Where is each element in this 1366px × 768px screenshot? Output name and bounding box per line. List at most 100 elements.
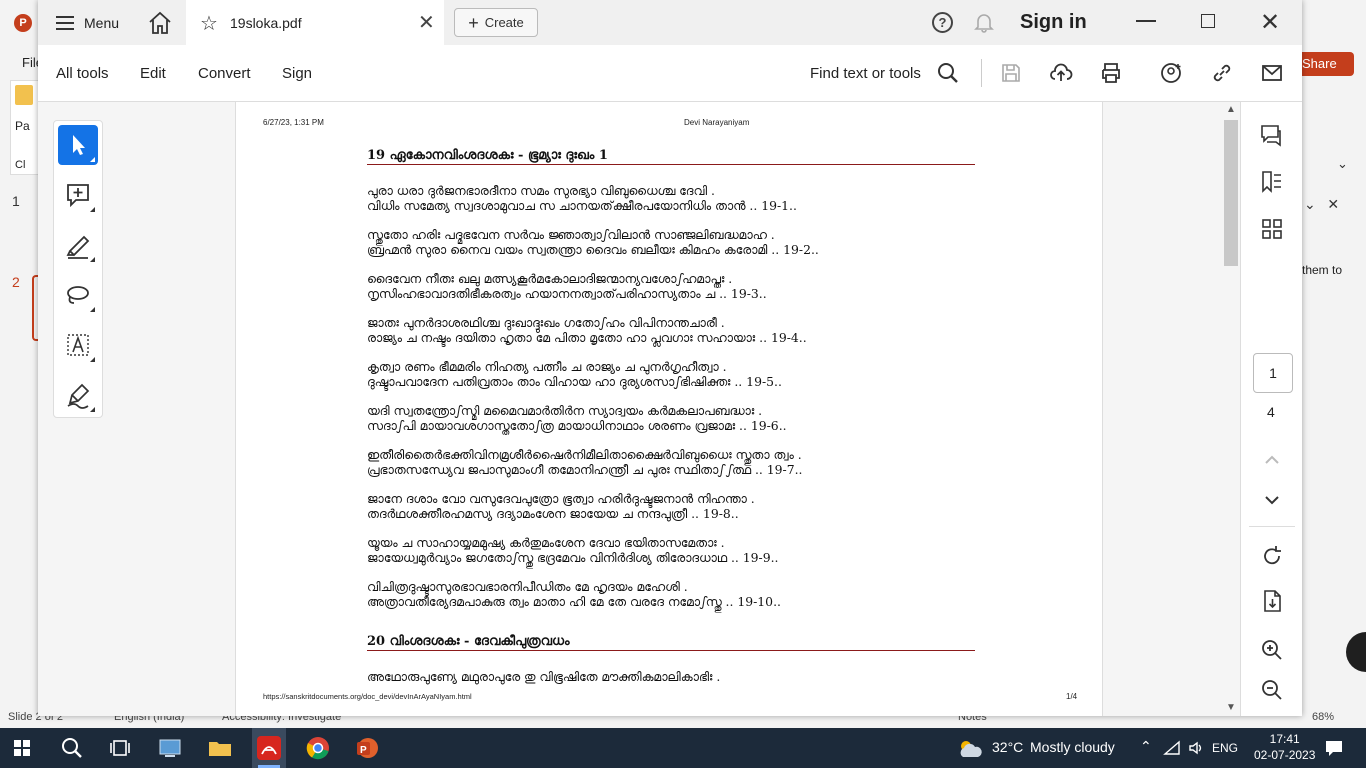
pdf-page[interactable]: 6/27/23, 1:31 PM Devi Narayaniyam 19 ഏകോ… (235, 102, 1103, 716)
paste-icon[interactable] (15, 85, 33, 105)
ppt-pane-text: them to (1302, 263, 1343, 277)
page-extract-icon[interactable] (1259, 588, 1285, 614)
save-icon[interactable] (999, 61, 1023, 85)
bell-icon[interactable] (973, 11, 995, 33)
weather-cloud-icon[interactable] (956, 737, 984, 759)
scroll-up-icon[interactable]: ▲ (1226, 104, 1236, 115)
verse-19-10: വിചിത്രദുഷ്ടാസുരഭാവഭാരനിപീഡിതം മേ ഹൃദയം … (367, 579, 781, 609)
acrobat-taskbar-active[interactable] (252, 728, 286, 768)
quick-tools-panel (53, 120, 103, 418)
control-panel-icon[interactable] (156, 734, 184, 762)
verse-line: ദൈവേന നീതഃ ഖലു മത്സ്യകൂർമകോലാദിജന്മാന്യവ… (367, 271, 733, 286)
home-icon[interactable] (146, 10, 174, 36)
page-footer-url: https://sanskritdocuments.org/doc_devi/d… (263, 692, 472, 701)
convert-button[interactable]: Convert (198, 65, 251, 82)
zoom-in-icon[interactable] (1259, 637, 1285, 663)
scroll-down-icon[interactable]: ▼ (1226, 702, 1236, 713)
upload-cloud-icon[interactable] (1049, 61, 1073, 85)
panel-divider (1249, 526, 1295, 527)
fill-sign-tool[interactable] (58, 375, 98, 415)
weather-temp[interactable]: 32°C (992, 739, 1023, 755)
search-icon[interactable] (936, 61, 960, 85)
add-comment-tool[interactable] (58, 175, 98, 215)
slide-number-2[interactable]: 2 (12, 274, 20, 290)
verse-20-1-partial: അഥോരുപുണ്യേ മഥുരാപുരേ തു വിഭൂഷിതേ മൗക്തി… (367, 669, 721, 684)
verse-19-2: സ്തുതോ ഹരിഃ പദ്മഭവേന സർവം ജ്ഞാത്വാഽവിലാൻ… (367, 227, 819, 257)
current-page-input[interactable]: 1 (1253, 353, 1293, 393)
previous-page-icon[interactable] (1259, 447, 1285, 473)
powerpoint-logo-icon: P (14, 14, 32, 32)
ppt-paste-label: Pa (15, 119, 30, 133)
thumbnails-grid-icon[interactable] (1259, 216, 1285, 242)
all-tools-button[interactable]: All tools (56, 65, 109, 82)
bookmarks-icon[interactable] (1259, 169, 1285, 195)
plus-icon: + (468, 12, 479, 33)
volume-icon[interactable] (1187, 740, 1205, 756)
clock-date: 02-07-2023 (1254, 748, 1316, 762)
rotate-icon[interactable] (1259, 543, 1285, 569)
page-footer-number: 1/4 (1066, 692, 1078, 701)
tool-flyout-indicator (90, 257, 95, 262)
verse-line: നൃസിംഹഭാവാദതിഭീകരത്വം ഹയാനനത്വാത്‌പരിഹാസ… (367, 286, 767, 301)
verse-line: ജാനേ ദശാം വോ വസുദേവപുത്രോ ഭൂത്വാ ഹരിർദുഷ… (367, 491, 755, 506)
task-view-icon[interactable] (106, 734, 134, 762)
help-icon[interactable]: ? (932, 12, 953, 33)
link-icon[interactable] (1210, 61, 1234, 85)
share-user-icon[interactable] (1160, 61, 1184, 85)
file-explorer-icon[interactable] (206, 734, 234, 762)
highlight-tool[interactable] (58, 225, 98, 265)
select-tool[interactable] (58, 125, 98, 165)
verse-19-9: യൂയം ച സാഹായ്യമമുഷ്യ കർതുമംശേന ദേവാ ഭയിത… (367, 535, 778, 565)
edit-button[interactable]: Edit (140, 65, 166, 82)
notification-icon[interactable] (1324, 739, 1344, 757)
email-icon[interactable] (1260, 61, 1284, 85)
tab-close-icon[interactable]: ✕ (418, 10, 435, 35)
sign-in-button[interactable]: Sign in (1020, 11, 1087, 34)
find-text-button[interactable]: Find text or tools (810, 65, 921, 82)
tool-flyout-indicator (90, 207, 95, 212)
menu-button[interactable]: Menu (46, 8, 129, 38)
print-icon[interactable] (1099, 61, 1123, 85)
windows-start-icon[interactable] (8, 734, 36, 762)
network-icon[interactable] (1163, 740, 1181, 756)
scrollbar-thumb[interactable] (1224, 120, 1238, 266)
tray-chevron-icon[interactable]: ⌃ (1140, 738, 1152, 755)
sign-button[interactable]: Sign (282, 65, 312, 82)
verse-line: സ്തുതോ ഹരിഃ പദ്മഭവേന സർവം ജ്ഞാത്വാഽവിലാൻ… (367, 227, 775, 242)
next-page-icon[interactable] (1259, 487, 1285, 513)
input-language[interactable]: ENG (1212, 741, 1238, 755)
draw-tool[interactable] (58, 275, 98, 315)
verse-line: വിചിത്രദുഷ്ടാസുരഭാവഭാരനിപീഡിതം മേ ഹൃദയം … (367, 579, 688, 594)
slide-number-1[interactable]: 1 (12, 193, 20, 209)
ppt-pane-icons[interactable]: ⌄ ✕ (1304, 196, 1339, 213)
comments-icon[interactable] (1259, 122, 1285, 148)
text-box-tool[interactable] (58, 325, 98, 365)
zoom-out-icon[interactable] (1259, 677, 1285, 703)
acrobat-icon (257, 736, 281, 768)
search-taskbar-icon[interactable] (58, 734, 86, 762)
weather-desc[interactable]: Mostly cloudy (1030, 739, 1115, 755)
vertical-scrollbar[interactable]: ▲ ▼ (1222, 102, 1240, 716)
ppt-share-button[interactable]: Share (1298, 52, 1354, 76)
screen: P File Pa Cl 1 2 Share ⌄ ⌄ ✕ them to Sli… (0, 0, 1366, 768)
ppt-ribbon-expand-icon[interactable]: ⌄ (1337, 156, 1348, 172)
star-icon[interactable]: ☆ (200, 11, 218, 36)
system-clock[interactable]: 17:41 02-07-2023 (1254, 731, 1315, 763)
verse-19-5: കൃത്വാ രണം ഭീമമരിം നിഹത്യ പത്നീം ച രാജ്യ… (367, 359, 782, 389)
verse-line: യൂയം ച സാഹായ്യമമുഷ്യ കർതുമംശേന ദേവാ ഭയിത… (367, 535, 725, 550)
powerpoint-taskbar-icon[interactable]: P (353, 734, 381, 762)
tab-19sloka[interactable]: ☆ 19sloka.pdf ✕ (186, 0, 444, 45)
minimize-icon[interactable] (1136, 20, 1156, 22)
window-close-icon[interactable]: ✕ (1260, 8, 1280, 37)
status-zoom[interactable]: 68% (1312, 711, 1334, 723)
chrome-icon[interactable] (304, 734, 332, 762)
verse-19-6: യദി സ്വതന്ത്രോഽസ്മി മമൈവമാർതിർന സ്യാദ്വയ… (367, 403, 787, 433)
verse-line: സദാഽപി മായാവശഗാസ്തതോഽത്ര മായാധിനാഥാം ശരണ… (367, 418, 787, 433)
maximize-icon[interactable] (1201, 14, 1215, 28)
verse-line: ജായേധ്വമുർവ്യാം ജഗതോഽസ്തു ഭദ്രമേവം വിനിർ… (367, 550, 779, 565)
section-title-20: 20 വിംശദശകഃ - ദേവകീപുത്രവധം (367, 634, 975, 651)
total-pages: 4 (1267, 404, 1275, 420)
windows-taskbar: P 32°C Mostly cloudy ⌃ ENG 17:41 02-07-2… (0, 728, 1366, 768)
verse-line: പുരാ ധരാ ദുർജനഭാരദീനാ സമം സുരഭ്യാ വിബുധൈ… (367, 183, 715, 198)
create-button[interactable]: + Create (454, 8, 538, 37)
